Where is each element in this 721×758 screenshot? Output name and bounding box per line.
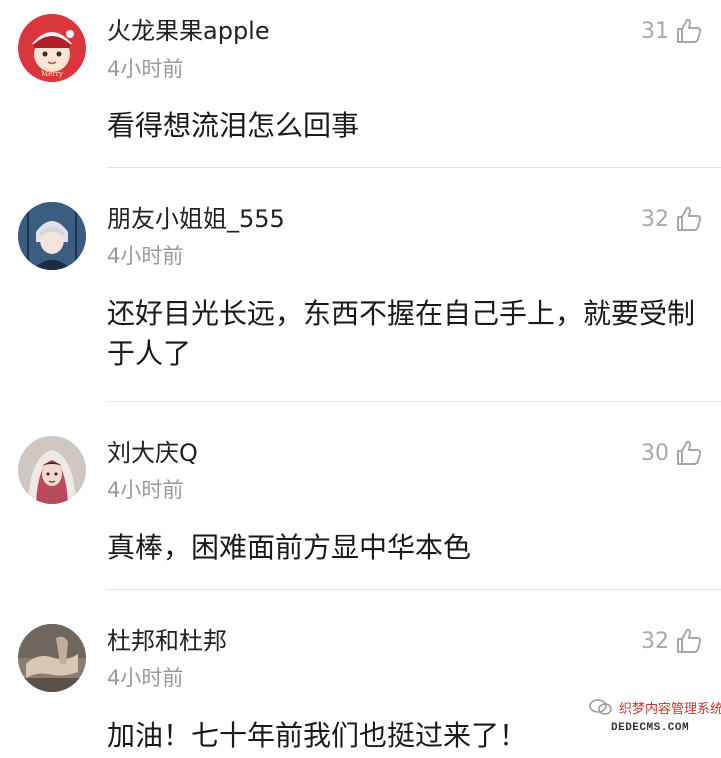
like-count: 32 — [641, 206, 669, 232]
avatar[interactable] — [18, 624, 86, 692]
photo-avatar-icon — [18, 624, 86, 692]
thumbs-up-icon[interactable] — [675, 17, 703, 45]
like-count: 31 — [641, 18, 669, 44]
like-button[interactable]: 32 — [641, 204, 703, 234]
timestamp: 4小时前 — [107, 57, 184, 81]
thumbs-up-icon[interactable] — [675, 439, 703, 467]
like-button[interactable]: 31 — [641, 16, 703, 46]
comment-item: 刘大庆Q 4小时前 30 真棒，困难面前方显中华本色 — [0, 402, 721, 590]
username[interactable]: 朋友小姐姐_555 — [107, 204, 285, 234]
thumbs-up-icon[interactable] — [675, 627, 703, 655]
watermark-title: 织梦内容管理系统 — [619, 702, 721, 717]
comment-text: 还好目光长远，东西不握在自己手上，就要受制于人了 — [107, 297, 696, 370]
comment-item: Merry 火龙果果apple 4小时前 31 看得想流泪怎么回事 — [0, 0, 721, 168]
svg-text:Merry: Merry — [41, 70, 63, 78]
username[interactable]: 杜邦和杜邦 — [107, 626, 227, 656]
timestamp: 4小时前 — [107, 244, 184, 268]
watermark: 织梦内容管理系统 DEDECMS.COM — [589, 698, 721, 752]
comment-text: 真棒，困难面前方显中华本色 — [107, 531, 472, 564]
comment-item: 朋友小姐姐_555 4小时前 32 还好目光长远，东西不握在自己手上，就要受制于… — [0, 168, 721, 402]
veiled-woman-avatar-icon — [18, 436, 86, 504]
avatar[interactable] — [18, 436, 86, 504]
avatar[interactable]: Merry — [18, 14, 86, 82]
timestamp: 4小时前 — [107, 478, 184, 502]
thumbs-up-icon[interactable] — [675, 205, 703, 233]
chat-bubble-icon — [589, 698, 613, 716]
avatar[interactable] — [18, 202, 86, 270]
christmas-girl-avatar-icon: Merry — [18, 14, 86, 82]
username[interactable]: 火龙果果apple — [107, 16, 270, 46]
watermark-url: DEDECMS.COM — [611, 722, 690, 734]
timestamp: 4小时前 — [107, 666, 184, 690]
username[interactable]: 刘大庆Q — [107, 438, 198, 468]
anime-boy-avatar-icon — [18, 202, 86, 270]
like-count: 32 — [641, 628, 669, 654]
like-button[interactable]: 30 — [641, 438, 703, 468]
like-count: 30 — [641, 440, 669, 466]
comment-text: 看得想流泪怎么回事 — [107, 109, 360, 142]
like-button[interactable]: 32 — [641, 626, 703, 656]
